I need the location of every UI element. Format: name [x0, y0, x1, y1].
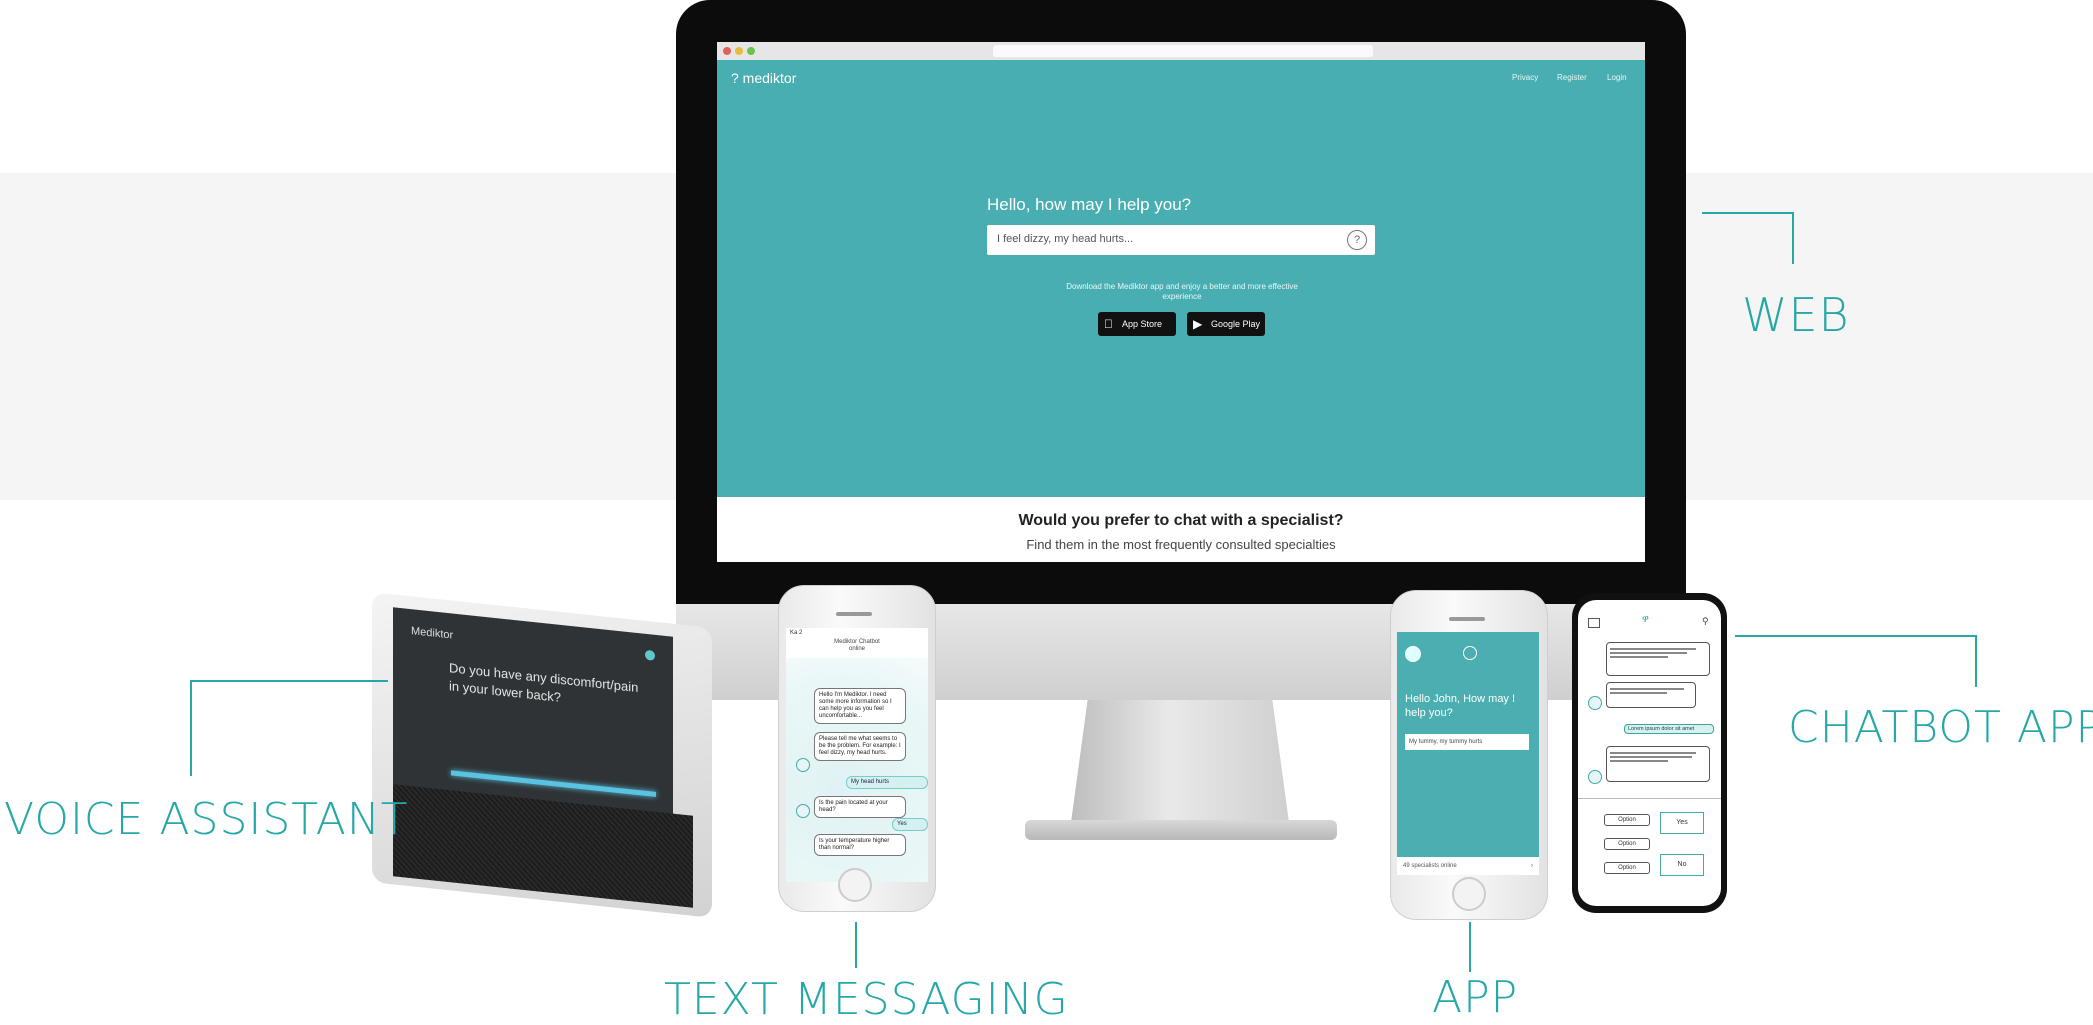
app-connector	[1469, 922, 1471, 972]
app-logo-icon	[1463, 646, 1477, 660]
sms-screen: Ka 2 Mediktor Chatbot online Hello I'm M…	[786, 628, 928, 882]
sms-bot-message: Please tell me what seems to be the prob…	[814, 732, 906, 761]
bot-avatar-icon	[1588, 770, 1602, 784]
sms-bot-message: Is your temperature higher than normal?	[814, 834, 906, 856]
app-store-button[interactable]:  App Store	[1098, 312, 1176, 336]
message-text-line	[1610, 756, 1692, 758]
nav-privacy-link[interactable]: Privacy	[1512, 73, 1538, 82]
specialist-subtitle: Find them in the most frequently consult…	[1026, 537, 1336, 552]
home-button[interactable]	[838, 868, 872, 902]
sms-user-message: My head hurts	[846, 776, 928, 789]
app-greeting: Hello John, How may I help you?	[1405, 693, 1516, 719]
store-note: Download the Mediktor app and enjoy a be…	[1066, 282, 1298, 301]
app-symptom-input[interactable]: My tummy, my tummy hurts	[1405, 734, 1529, 750]
sms-bot-message: Hello I'm Mediktor. I need some more inf…	[814, 688, 906, 724]
address-bar[interactable]	[993, 45, 1373, 57]
sms-header: Mediktor Chatbot online	[786, 639, 928, 653]
web-label: WEB	[1742, 288, 1850, 342]
app-specialists-footer[interactable]: 49 specialists online ›	[1397, 857, 1539, 875]
google-play-button[interactable]: ▶ Google Play	[1187, 312, 1265, 336]
message-text-line	[1610, 648, 1697, 650]
sms-user-message: Yes	[892, 818, 928, 831]
chatbot-connector	[1735, 635, 1977, 687]
bot-avatar-icon	[796, 804, 810, 818]
hero-title: Hello, how may I help you?	[987, 195, 1192, 214]
user-message: Lorem ipsum dolor sit amet	[1624, 724, 1714, 734]
bot-message	[1606, 682, 1696, 708]
nav-register-link[interactable]: Register	[1557, 73, 1587, 82]
message-text-line	[1610, 688, 1684, 690]
user-avatar[interactable]	[1405, 646, 1421, 662]
no-button[interactable]: No	[1660, 854, 1704, 876]
app-store-label: App Store	[1122, 319, 1163, 329]
google-play-label: Google Play	[1211, 319, 1261, 329]
bot-avatar-icon	[796, 758, 810, 772]
search-icon[interactable]: ?	[1347, 230, 1367, 250]
browser-toolbar	[717, 42, 1645, 60]
brand-logo[interactable]: ? mediktor	[731, 70, 796, 86]
phone-speaker	[836, 612, 872, 616]
google-play-icon: ▶	[1193, 317, 1203, 331]
apple-icon: 	[1104, 312, 1113, 336]
sms-contact-status: online	[848, 646, 865, 652]
home-button[interactable]	[1452, 877, 1486, 911]
symptom-search-input[interactable]: I feel dizzy, my head hurts... ?	[987, 225, 1375, 255]
web-connector	[1702, 212, 1794, 264]
message-text-line	[1610, 692, 1668, 694]
option-button[interactable]: Option	[1604, 814, 1650, 826]
voice-question: Do you have any discomfort/pain in your …	[449, 660, 639, 705]
specialist-title: Would you prefer to chat with a speciali…	[1018, 512, 1344, 529]
option-button[interactable]: Option	[1604, 838, 1650, 850]
message-text-line	[1610, 760, 1668, 762]
yes-button[interactable]: Yes	[1660, 812, 1704, 834]
assistant-status-icon	[645, 649, 655, 661]
bot-message	[1606, 746, 1710, 782]
maximize-window-icon[interactable]	[747, 47, 755, 55]
chevron-right-icon: ›	[1531, 863, 1533, 869]
voice-assistant-connector	[190, 680, 388, 776]
chatbot-screen: ዋ ⚲ Lorem ipsum dolor sit amet Option Op…	[1578, 600, 1721, 906]
search-icon[interactable]: ⚲	[1702, 616, 1709, 627]
message-text-line	[1610, 652, 1687, 654]
app-label: APP	[1432, 972, 1519, 1023]
divider	[1578, 798, 1721, 799]
bot-message	[1606, 642, 1710, 676]
search-placeholder: I feel dizzy, my head hurts...	[997, 233, 1134, 245]
app-screen: Hello John, How may I help you? My tummy…	[1397, 632, 1539, 875]
option-button[interactable]: Option	[1604, 862, 1650, 874]
minimize-window-icon[interactable]	[735, 47, 743, 55]
chatbot-logo-icon: ዋ	[1642, 614, 1649, 625]
imac-stand	[1070, 700, 1290, 830]
specialists-online-text: 49 specialists online	[1403, 863, 1457, 869]
imac-foot	[1025, 820, 1337, 840]
phone-speaker	[1449, 617, 1485, 621]
nav-login-link[interactable]: Login	[1607, 73, 1627, 82]
web-browser-screen: ? mediktor Privacy Register Login Hello,…	[717, 42, 1645, 562]
message-text-line	[1610, 656, 1668, 658]
text-messaging-connector	[855, 922, 857, 968]
sms-contact-name: Mediktor Chatbot	[834, 639, 880, 645]
text-messaging-label: TEXT MESSAGING	[664, 974, 1069, 1025]
close-window-icon[interactable]	[723, 47, 731, 55]
chatbot-app-label: CHATBOT APP	[1788, 702, 2093, 753]
voice-assistant-label: VOICE ASSISTANT	[4, 794, 409, 845]
bot-avatar-icon	[1588, 696, 1602, 710]
sms-status-bar: Ka 2	[790, 630, 803, 636]
sms-bot-message: Is the pain located at your head?	[814, 796, 906, 818]
calendar-icon[interactable]	[1588, 618, 1600, 628]
message-text-line	[1610, 752, 1697, 754]
voice-app-name: Mediktor	[411, 625, 454, 642]
